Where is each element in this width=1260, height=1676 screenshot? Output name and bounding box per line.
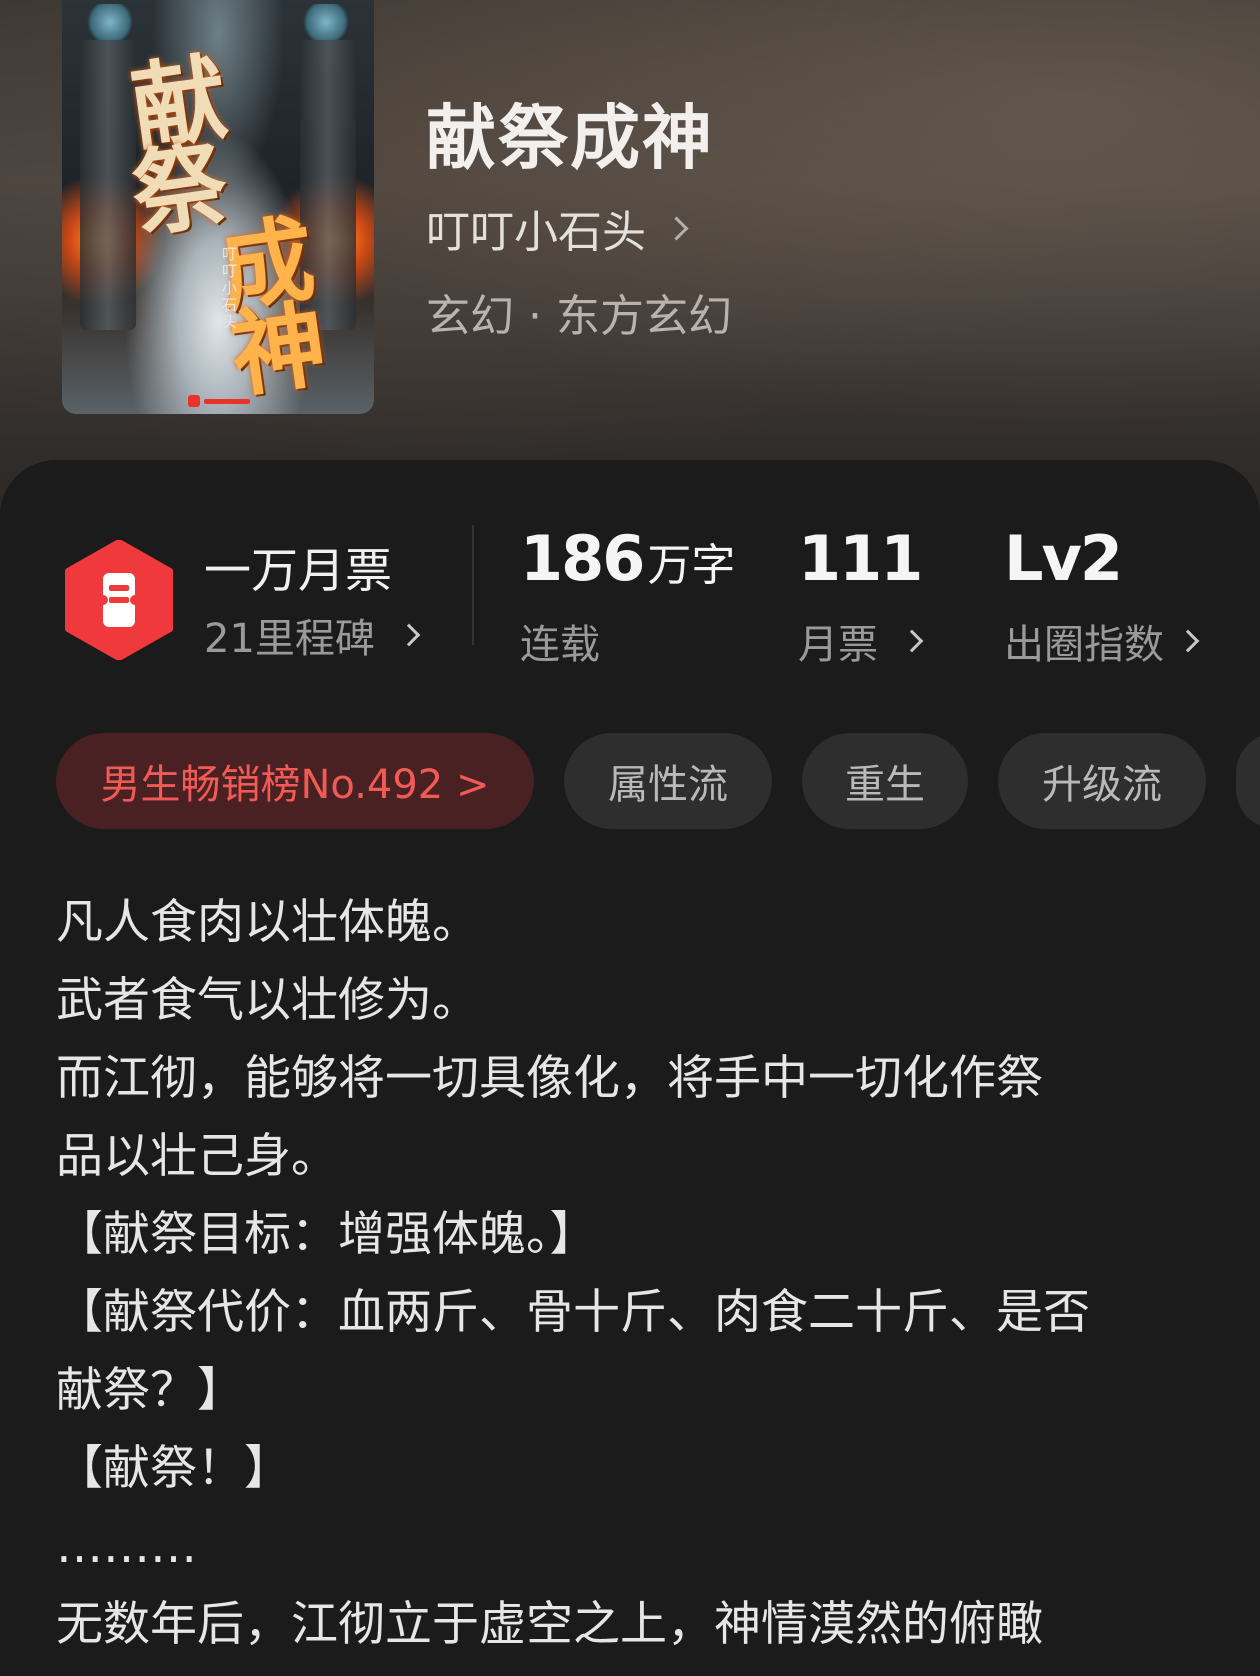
- description-line: 【献祭目标：增强体魄。】: [56, 1207, 597, 1262]
- word-count: 186万字: [520, 522, 736, 595]
- description-line: 【献祭代价：血两斤、骨十斤、肉食二十斤、是否: [56, 1285, 1090, 1340]
- status-label: 连载: [520, 622, 600, 668]
- milestone-label: 21里程碑: [204, 616, 375, 662]
- publisher-logo-icon: [188, 394, 250, 408]
- tag-item[interactable]: 属性流: [564, 733, 772, 829]
- rank-tag[interactable]: 男生畅销榜No.492 >: [56, 733, 534, 829]
- tag-item[interactable]: 重生: [802, 733, 968, 829]
- description-line: 品以壮己身。: [56, 1129, 338, 1184]
- tag-item[interactable]: 升级流: [998, 733, 1206, 829]
- tickets-label: 月票: [798, 622, 878, 668]
- stats-divider: [472, 525, 474, 645]
- description-line: ………: [56, 1519, 197, 1574]
- author-link[interactable]: 叮叮小石头: [426, 196, 689, 260]
- chevron-right-icon: [1176, 629, 1200, 653]
- description-line: 无数年后，江彻立于虚空之上，神情漠然的俯瞰: [56, 1597, 1043, 1652]
- genre-label: 玄幻 · 东方玄幻: [426, 291, 732, 342]
- tickets-link[interactable]: 月票: [798, 612, 924, 670]
- description-line: 【献祭！】: [56, 1441, 291, 1496]
- author-name: 叮叮小石头: [426, 207, 646, 258]
- ticket-icon[interactable]: [64, 540, 174, 660]
- description-line: 武者食气以壮修为。: [56, 973, 479, 1028]
- description-line: 献祭？】: [56, 1363, 244, 1418]
- monthly-ticket-label[interactable]: 一万月票: [204, 532, 392, 601]
- tickets-count: 111: [798, 522, 923, 595]
- book-title: 献祭成神: [426, 97, 714, 179]
- description-line: 凡人食肉以壮体魄。: [56, 895, 479, 950]
- influence-label: 出圈指数: [1004, 622, 1164, 668]
- chevron-right-icon: [900, 629, 924, 653]
- description-line: 而江彻，能够将一切具像化，将手中一切化作祭: [56, 1051, 1043, 1106]
- book-detail-page: 献 祭 成神 叮叮小石头 献祭成神 叮叮小石头 玄幻 · 东方玄幻 一万月票 2…: [0, 0, 1260, 1676]
- chevron-right-icon: [397, 623, 421, 647]
- book-description[interactable]: 凡人食肉以壮体魄。 武者食气以壮修为。 而江彻，能够将一切具像化，将手中一切化作…: [56, 884, 1206, 1664]
- milestone-link[interactable]: 21里程碑: [204, 606, 421, 664]
- book-cover[interactable]: 献 祭 成神 叮叮小石头: [62, 0, 374, 414]
- influence-link[interactable]: 出圈指数: [1004, 612, 1200, 670]
- influence-level: Lv2: [1004, 522, 1123, 595]
- chevron-right-icon: [664, 215, 689, 241]
- cover-author: 叮叮小石头: [222, 245, 238, 331]
